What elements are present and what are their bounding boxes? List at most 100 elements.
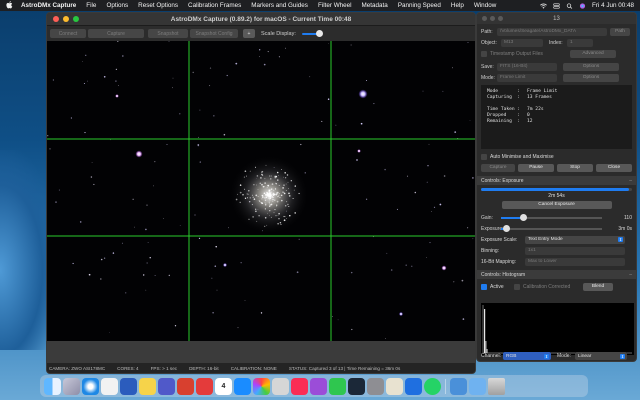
calibration-corrected-checkbox[interactable] <box>514 283 520 290</box>
steam-icon[interactable] <box>348 377 365 395</box>
notes-icon[interactable] <box>139 377 156 395</box>
collapse-icon[interactable]: – <box>629 272 632 278</box>
exposure-scale-value: Text Entry Mode <box>528 237 563 242</box>
menu-window[interactable]: Window <box>474 2 496 9</box>
apple-menu-icon[interactable] <box>6 0 15 11</box>
settings-icon[interactable] <box>367 377 384 395</box>
collapse-icon[interactable]: – <box>629 178 632 184</box>
menu-help[interactable]: Help <box>451 2 464 9</box>
star <box>321 120 323 122</box>
menu-filter-wheel[interactable]: Filter Wheel <box>318 2 352 9</box>
mapping-select[interactable]: Max to Lower <box>525 257 625 266</box>
safari-icon[interactable] <box>82 377 99 395</box>
menu-reset-options[interactable]: Reset Options <box>138 2 178 9</box>
advanced-button[interactable]: Advanced <box>570 49 616 58</box>
finder-icon[interactable] <box>44 377 61 395</box>
histogram-section-title: Controls: Histogram <box>481 271 526 278</box>
preview-icon[interactable] <box>386 377 403 395</box>
histogram-section-header[interactable]: Controls: Histogram – <box>477 270 636 279</box>
index-field[interactable]: 1 <box>567 38 593 47</box>
photos-icon[interactable] <box>253 377 270 395</box>
path-button[interactable]: Path <box>610 27 630 36</box>
channel-select[interactable]: RGB ⇕ <box>503 352 551 360</box>
utility-icon[interactable] <box>272 377 289 395</box>
blend-button[interactable]: Blend <box>583 282 613 291</box>
object-field[interactable]: M13 <box>501 38 543 47</box>
minimize-window-icon[interactable] <box>63 16 69 22</box>
star <box>258 56 260 58</box>
siri-icon[interactable] <box>579 2 586 9</box>
scale-display-knob[interactable] <box>315 30 323 37</box>
stop-button[interactable]: Stop <box>557 163 593 172</box>
path-field[interactable]: /Volumes/Seagate/AstroDMx_DATA <box>497 27 607 36</box>
calendar-date-icon[interactable]: 4 <box>215 377 232 395</box>
exposure-section-header[interactable]: Controls: Exposure – <box>477 176 636 185</box>
menu-markers-and-guides[interactable]: Markers and Guides <box>251 2 308 9</box>
scale-display-slider[interactable] <box>301 29 334 38</box>
save-format-select[interactable]: FITS (16-Bit) <box>497 62 557 71</box>
gain-value[interactable]: 110 <box>602 215 632 221</box>
spotlight-search-icon[interactable] <box>566 2 573 9</box>
whatsapp-icon[interactable] <box>424 377 441 395</box>
exposure-value[interactable]: 3m 0s <box>602 226 632 232</box>
capture-preview[interactable] <box>47 41 475 341</box>
star <box>199 161 201 163</box>
launchpad-icon[interactable] <box>63 377 80 395</box>
menu-options[interactable]: Options <box>106 2 128 9</box>
zoom-window-icon[interactable] <box>73 16 79 22</box>
exposure-slider[interactable] <box>501 224 602 233</box>
histogram-mode-select[interactable]: Linear ⇕ <box>575 352 627 360</box>
menu-calibration-frames[interactable]: Calibration Frames <box>188 2 241 9</box>
gain-slider[interactable] <box>501 213 602 222</box>
close-window-icon[interactable] <box>53 16 59 22</box>
teams-icon[interactable] <box>158 377 175 395</box>
timestamp-checkbox[interactable] <box>481 50 487 57</box>
app-store-icon[interactable] <box>234 377 251 395</box>
snapshot-button[interactable]: Snapshot <box>148 29 188 38</box>
connect-button[interactable]: Connect <box>50 29 86 38</box>
mode-select[interactable]: Frame Limit <box>497 73 557 82</box>
star <box>118 85 119 86</box>
menu-clock[interactable]: Fri 4 Jun 00:48 <box>592 2 634 9</box>
calendar-icon[interactable] <box>101 377 118 395</box>
menu-app-name[interactable]: AstroDMx Capture <box>21 2 76 9</box>
binning-select[interactable]: 1x1 <box>525 246 625 255</box>
panel-capture-button[interactable]: Capture <box>481 163 515 172</box>
xcode-icon[interactable] <box>405 377 422 395</box>
gain-slider-knob[interactable] <box>519 214 527 221</box>
dock-separator <box>445 378 446 394</box>
exposure-slider-knob[interactable] <box>502 225 510 232</box>
panel-close-button[interactable]: Close <box>596 163 632 172</box>
auto-minimise-checkbox[interactable] <box>481 153 487 160</box>
messages-icon[interactable] <box>329 377 346 395</box>
mode-options-button[interactable]: Options <box>563 73 619 82</box>
podcasts-icon[interactable] <box>310 377 327 395</box>
star <box>226 74 228 77</box>
menu-file[interactable]: File <box>86 2 96 9</box>
star <box>396 208 398 210</box>
exposure-scale-select[interactable]: Text Entry Mode ⇕ <box>525 235 625 244</box>
control-center-icon[interactable] <box>553 3 560 9</box>
star <box>85 54 87 56</box>
menu-panning-speed[interactable]: Panning Speed <box>398 2 441 9</box>
wifi-icon[interactable] <box>540 3 547 9</box>
downloads-icon[interactable] <box>469 377 486 395</box>
add-plus-button[interactable]: + <box>243 29 255 38</box>
menu-metadata[interactable]: Metadata <box>362 2 388 9</box>
capture-button[interactable]: Capture <box>88 29 144 38</box>
star <box>223 133 226 136</box>
star <box>192 71 194 74</box>
vivaldi-icon[interactable] <box>196 377 213 395</box>
cancel-exposure-button[interactable]: Cancel Exposure <box>501 200 612 209</box>
pause-button[interactable]: Pause <box>518 163 554 172</box>
histogram-active-checkbox[interactable] <box>481 283 487 290</box>
status-cores: CORES: 4 <box>117 365 139 371</box>
snapshot-config-button[interactable]: Snapshot Config <box>190 29 238 38</box>
save-options-button[interactable]: Options <box>563 62 619 71</box>
star <box>168 41 170 42</box>
file-icon[interactable] <box>450 377 467 395</box>
trash-icon[interactable] <box>488 377 505 395</box>
word-icon[interactable] <box>120 377 137 395</box>
adobe-icon[interactable] <box>177 377 194 395</box>
music-icon[interactable] <box>291 377 308 395</box>
